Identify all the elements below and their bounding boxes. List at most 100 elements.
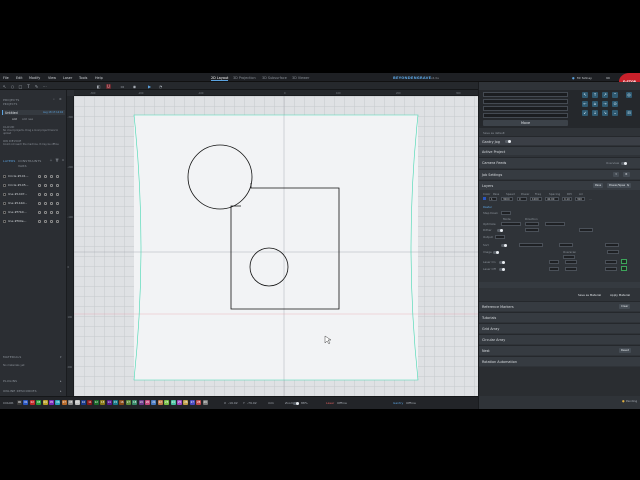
- row-color-swatch[interactable]: [483, 197, 486, 200]
- color-swatch[interactable]: 22: [157, 400, 163, 405]
- play-icon[interactable]: ▶: [147, 84, 152, 89]
- layer-row[interactable]: line #1407...: [3, 192, 65, 197]
- rotation-automation-header[interactable]: Rotation Automation: [479, 356, 640, 366]
- color-swatch[interactable]: 15: [113, 400, 118, 405]
- design-canvas[interactable]: [74, 96, 478, 396]
- camera-tool-icon[interactable]: ◉: [132, 84, 137, 89]
- move-z-field[interactable]: [483, 106, 568, 111]
- sort-extra-field[interactable]: [605, 243, 619, 247]
- move-x-field[interactable]: [483, 92, 568, 97]
- layers-more-icon[interactable]: ⇆: [625, 183, 632, 188]
- color-swatch[interactable]: 14: [106, 400, 112, 405]
- trash-icon[interactable]: [56, 174, 59, 178]
- add-layer-icon[interactable]: ＋: [49, 158, 53, 162]
- laser-off-field[interactable]: [549, 267, 559, 271]
- grid-array-header[interactable]: Grid Array: [479, 323, 640, 333]
- layer-row[interactable]: line #f7b0...: [3, 210, 65, 215]
- jog-z-home-icon[interactable]: ⊙: [612, 101, 618, 107]
- circular-array-header[interactable]: Circular Array: [479, 334, 640, 344]
- laser-off-toggle[interactable]: [499, 267, 505, 271]
- reference-markers-header[interactable]: Reference Markers Clear: [479, 301, 640, 311]
- pass-field[interactable]: 1: [489, 197, 497, 201]
- eye-icon[interactable]: [50, 210, 53, 214]
- jog-up-left-icon[interactable]: ↖: [582, 92, 588, 98]
- project-item-untitled[interactable]: Untitled Aug 18 17:14:04: [2, 110, 65, 115]
- eye-icon[interactable]: [50, 183, 53, 187]
- color-swatch[interactable]: 24: [170, 400, 176, 405]
- zoom-toggle[interactable]: [293, 401, 299, 405]
- add-new-button[interactable]: Add new: [22, 118, 33, 122]
- overscan-field[interactable]: [563, 255, 575, 259]
- menu-modify[interactable]: Modify: [29, 76, 40, 80]
- dpi-field[interactable]: 0.10: [562, 197, 572, 201]
- menu-tools[interactable]: Tools: [79, 76, 87, 80]
- laser-on-field[interactable]: [549, 260, 559, 264]
- jog-home-icon[interactable]: ⌂: [592, 101, 598, 107]
- lock-icon[interactable]: [44, 174, 47, 178]
- move-button[interactable]: Move: [483, 120, 568, 126]
- layer-color-swatch[interactable]: [3, 175, 6, 178]
- chevron-icon[interactable]: ▸: [60, 389, 62, 393]
- dither-toggle[interactable]: [497, 228, 503, 232]
- more-tools-icon[interactable]: ⋯: [42, 84, 47, 89]
- jog-toggle[interactable]: [505, 140, 511, 143]
- chevron-icon[interactable]: ▸: [60, 379, 62, 383]
- overview-toggle[interactable]: [621, 161, 627, 165]
- trash-icon[interactable]: [56, 219, 59, 223]
- tab-2d-layout[interactable]: 2D Layout: [211, 76, 229, 81]
- color-swatch[interactable]: 11: [87, 400, 93, 405]
- speed-field[interactable]: 3000: [501, 197, 513, 201]
- sort-value-field[interactable]: [559, 243, 573, 247]
- apply-material-button[interactable]: Apply Material: [610, 293, 630, 297]
- pass-button[interactable]: Pass: [593, 183, 604, 188]
- color-swatch[interactable]: 19: [138, 400, 144, 405]
- pen-tool-icon[interactable]: ✎: [34, 84, 39, 89]
- color-swatch[interactable]: 02: [29, 400, 35, 405]
- menu-laser[interactable]: Laser: [63, 76, 72, 80]
- focus-icon[interactable]: ◎: [626, 92, 632, 98]
- active-project-header[interactable]: Active Project: [479, 146, 640, 155]
- add-button[interactable]: Add: [12, 118, 17, 122]
- color-swatch[interactable]: 27: [189, 400, 195, 405]
- color-swatch[interactable]: 20: [145, 400, 150, 405]
- color-swatch[interactable]: 13: [100, 400, 106, 405]
- lock-icon[interactable]: [44, 192, 47, 196]
- layer-row[interactable]: Circle #105...: [3, 183, 65, 188]
- visibility-icon[interactable]: [38, 192, 41, 196]
- job-settings-icon[interactable]: ⚙: [623, 172, 630, 177]
- jog-z-down-icon[interactable]: ⌄: [612, 110, 618, 116]
- sort-toggle[interactable]: [501, 243, 507, 247]
- timer-icon[interactable]: ◔: [158, 84, 163, 89]
- color-swatch[interactable]: 03: [36, 400, 42, 405]
- color-swatch[interactable]: 26: [183, 400, 189, 405]
- jog-down-icon[interactable]: ↓: [592, 110, 598, 116]
- layer-row[interactable]: line #f00e...: [3, 219, 65, 224]
- air-field[interactable]: 300: [575, 197, 585, 201]
- user-name[interactable]: Mr Sidney: [577, 76, 592, 80]
- color-swatch[interactable]: 01: [23, 400, 29, 405]
- step-down-field[interactable]: [501, 211, 511, 215]
- lock-icon[interactable]: [44, 201, 47, 205]
- unit-select[interactable]: mm: [268, 401, 274, 405]
- color-swatch[interactable]: 18: [132, 400, 138, 405]
- magnet-tool-icon[interactable]: U: [106, 83, 111, 89]
- direction-select[interactable]: [525, 222, 539, 226]
- boolean-tool-icon[interactable]: ◧: [96, 84, 101, 89]
- laser-off-confirm[interactable]: [621, 266, 627, 271]
- color-swatch[interactable]: 09: [74, 400, 80, 405]
- layer-color-swatch[interactable]: [3, 184, 6, 187]
- color-swatch[interactable]: 08: [68, 400, 74, 405]
- color-swatch[interactable]: 21: [151, 400, 157, 405]
- tutorials-header[interactable]: Tutorials: [479, 312, 640, 322]
- reference-clear-button[interactable]: Clear: [619, 304, 631, 309]
- layer-row[interactable]: line #1bb0...: [3, 201, 65, 206]
- laser-on-toggle[interactable]: [499, 260, 505, 264]
- lock-icon[interactable]: ⊙: [61, 158, 65, 162]
- menu-edit[interactable]: Edit: [16, 76, 23, 80]
- output-field[interactable]: [495, 235, 505, 239]
- visibility-icon[interactable]: [38, 201, 41, 205]
- overscan-extra-field[interactable]: [607, 250, 619, 254]
- settings-icon[interactable]: ⚙: [59, 97, 62, 101]
- trash-icon[interactable]: [56, 201, 59, 205]
- camera-feeds-header[interactable]: Camera Feeds Overview: [479, 157, 640, 168]
